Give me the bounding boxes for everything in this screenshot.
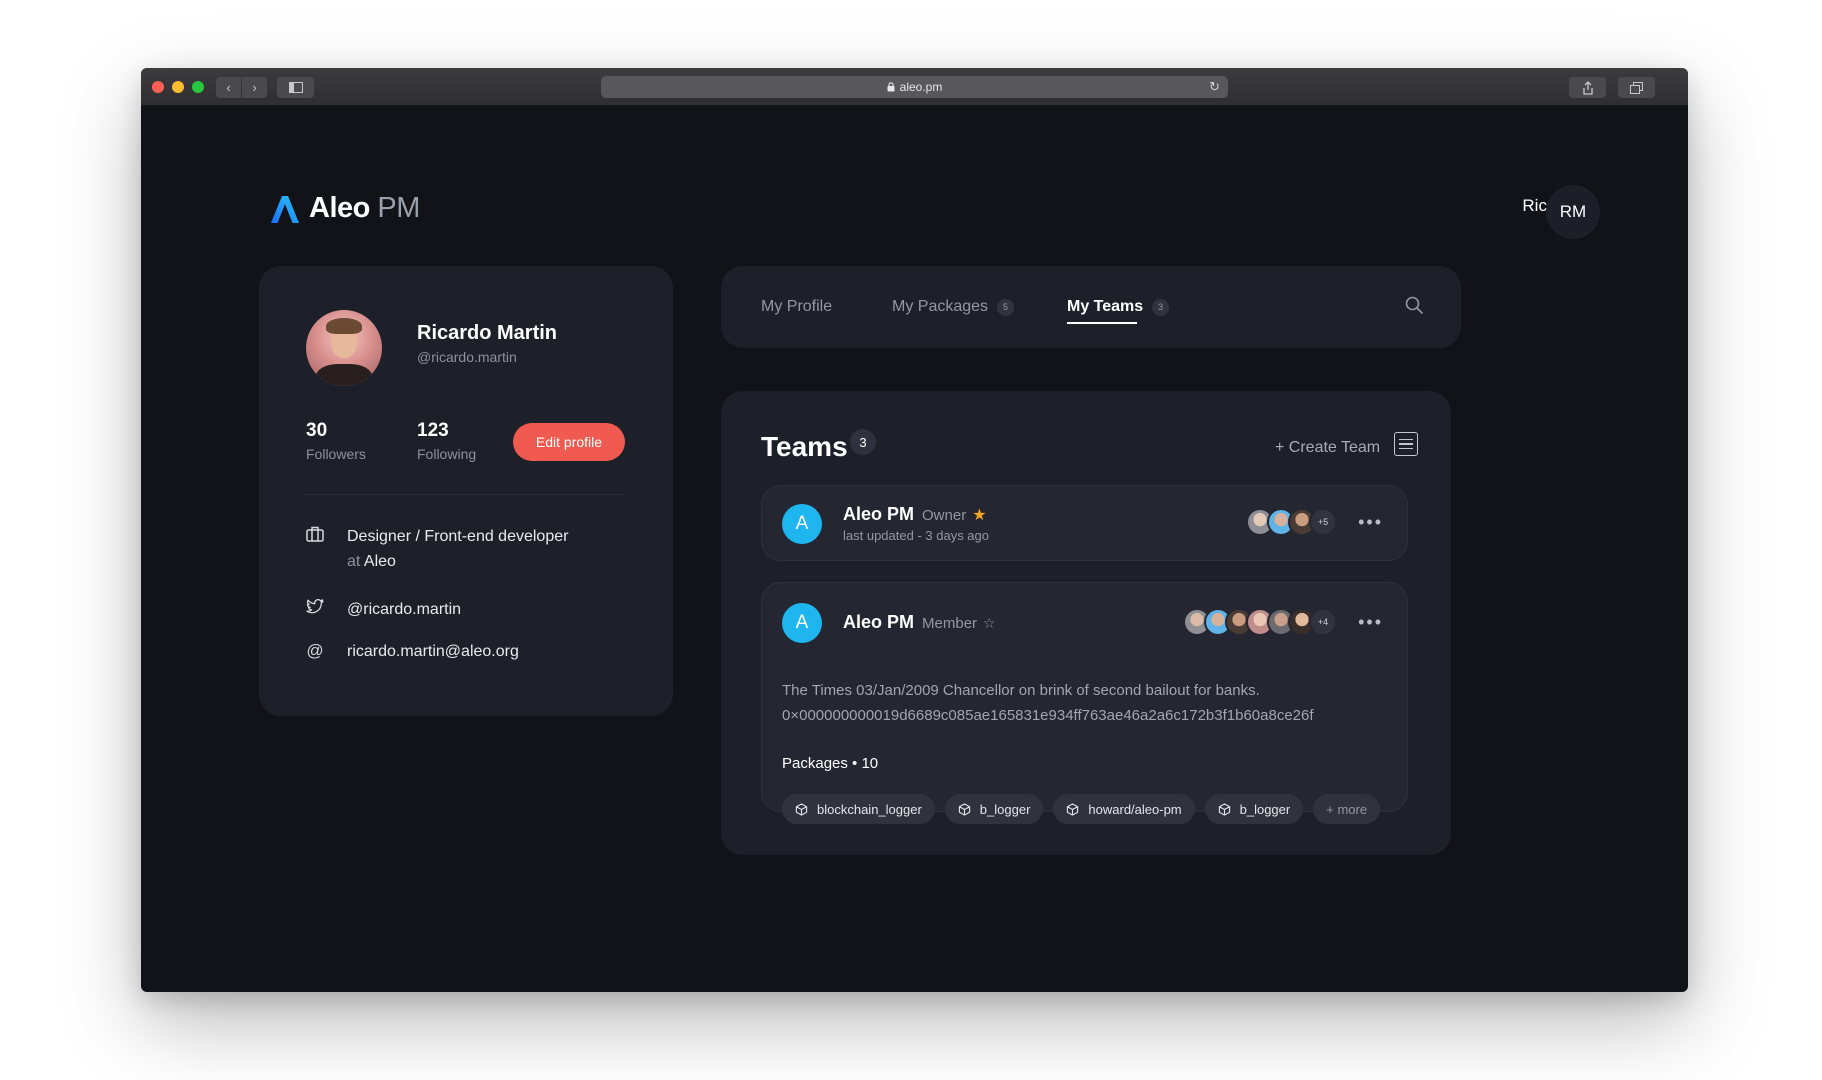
package-chip[interactable]: b_logger	[944, 794, 1044, 824]
twitter-handle: @ricardo.martin	[347, 601, 462, 618]
followers-stat[interactable]: 30 Followers	[306, 420, 366, 462]
package-icon	[958, 802, 970, 816]
url-text: aleo.pm	[899, 80, 943, 94]
star-outline-icon[interactable]: ☆	[983, 615, 996, 631]
following-count: 123	[417, 420, 449, 441]
more-options-icon[interactable]: •••	[1358, 512, 1383, 533]
team-name: Aleo PM Member ☆	[843, 612, 996, 632]
star-filled-icon[interactable]: ★	[972, 507, 986, 524]
profile-name: Ricardo Martin	[417, 322, 558, 344]
members-more-badge: +4	[1309, 608, 1337, 636]
team-name: Aleo PM Owner ★	[843, 504, 987, 524]
app-logo[interactable]: Aleo PM	[269, 192, 420, 225]
sidebar-toggle-button[interactable]	[277, 77, 314, 98]
search-icon[interactable]	[1405, 296, 1423, 314]
following-stat[interactable]: 123 Following	[417, 420, 476, 462]
teams-count: 3	[850, 429, 876, 455]
profile-card: Ricardo Martin @ricardo.martin 30 Follow…	[259, 266, 673, 716]
profile-avatar	[306, 310, 382, 386]
tab-my-profile[interactable]: My Profile	[761, 298, 832, 316]
team-card[interactable]: A Aleo PM Owner ★ last updated - 3 days ag…	[761, 485, 1408, 561]
followers-label: Followers	[306, 446, 366, 462]
package-chip[interactable]: blockchain_logger	[782, 794, 935, 824]
lock-icon	[887, 82, 895, 92]
job-title: Designer / Front-end developer	[347, 528, 569, 545]
profile-handle: @ricardo.martin	[417, 349, 517, 365]
aleo-logo-icon	[271, 195, 299, 223]
more-options-icon[interactable]: •••	[1358, 612, 1383, 633]
twitter-info[interactable]: @ricardo.martin	[303, 597, 461, 622]
members-more-badge: +5	[1309, 508, 1337, 536]
create-team-button[interactable]: + Create Team	[1275, 439, 1380, 457]
teams-count-badge: 3	[1152, 298, 1170, 316]
email-address: ricardo.martin@aleo.org	[347, 643, 519, 660]
header-avatar[interactable]: RM	[1546, 185, 1600, 239]
at-sign-icon: @	[306, 641, 324, 660]
team-members[interactable]: +4	[1183, 608, 1337, 636]
minimize-window-button[interactable]	[172, 81, 184, 93]
followers-count: 30	[306, 420, 328, 441]
share-button[interactable]	[1569, 77, 1606, 98]
active-tab-indicator	[1067, 322, 1137, 324]
close-window-button[interactable]	[152, 81, 164, 93]
team-card[interactable]: A Aleo PM Member ☆ +4 ••• The Times 03/Jan…	[761, 582, 1408, 824]
team-description: The Times 03/Jan/2009 Chancellor on brin…	[782, 682, 1314, 724]
team-members[interactable]: +5	[1246, 508, 1337, 536]
package-icon	[795, 802, 808, 816]
browser-window: ‹ › aleo.pm ↻ Aleo PM Ricardo RM Ricardo…	[141, 68, 1688, 992]
package-chip[interactable]: b_logger	[1204, 794, 1304, 824]
team-role: Owner	[922, 507, 967, 524]
package-list: blockchain_logger b_logger howard/aleo-p…	[782, 794, 1381, 824]
teams-panel: Teams 3 + Create Team A Aleo PM Owner ★ la…	[721, 391, 1451, 855]
profile-divider	[306, 494, 626, 495]
more-packages-chip[interactable]: + more	[1313, 794, 1381, 824]
team-role: Member	[922, 615, 978, 632]
job-info: Designer / Front-end developer at Aleo	[303, 524, 568, 574]
browser-toolbar: ‹ › aleo.pm ↻	[141, 68, 1688, 106]
team-avatar: A	[782, 504, 822, 544]
following-label: Following	[417, 446, 477, 462]
package-icon	[1218, 802, 1230, 816]
teams-title: Teams	[761, 431, 848, 462]
forward-button[interactable]: ›	[242, 77, 267, 98]
address-bar[interactable]: aleo.pm ↻	[601, 76, 1228, 98]
chevron-right-icon: ›	[252, 80, 257, 95]
zoom-window-button[interactable]	[192, 81, 204, 93]
package-chip[interactable]: howard/aleo-pm	[1053, 794, 1195, 824]
profile-tabs: My Profile My Packages 5 My Teams 3	[721, 266, 1461, 348]
logo-text: Aleo PM	[309, 192, 420, 224]
list-view-icon[interactable]	[1394, 432, 1418, 456]
job-at: at	[347, 553, 361, 570]
package-icon	[1067, 802, 1079, 816]
team-last-updated: last updated - 3 days ago	[843, 528, 989, 543]
chevron-left-icon: ‹	[226, 80, 231, 95]
share-icon	[1582, 80, 1593, 95]
packages-count-badge: 5	[997, 298, 1015, 316]
twitter-icon	[303, 599, 327, 619]
back-button[interactable]: ‹	[216, 77, 241, 98]
tabs-icon	[1630, 81, 1643, 94]
tab-my-teams[interactable]: My Teams 3	[1067, 298, 1170, 316]
sidebar-icon	[288, 82, 303, 93]
team-avatar: A	[782, 603, 822, 643]
edit-profile-button[interactable]: Edit profile	[513, 423, 625, 461]
email-info[interactable]: @ ricardo.martin@aleo.org	[303, 639, 519, 664]
company-name[interactable]: Aleo	[364, 553, 396, 570]
briefcase-icon	[303, 526, 327, 547]
show-tabs-button[interactable]	[1618, 77, 1655, 98]
reload-icon[interactable]: ↻	[1209, 79, 1220, 95]
packages-heading: Packages • 10	[782, 755, 879, 772]
tab-my-packages[interactable]: My Packages 5	[892, 298, 1015, 316]
